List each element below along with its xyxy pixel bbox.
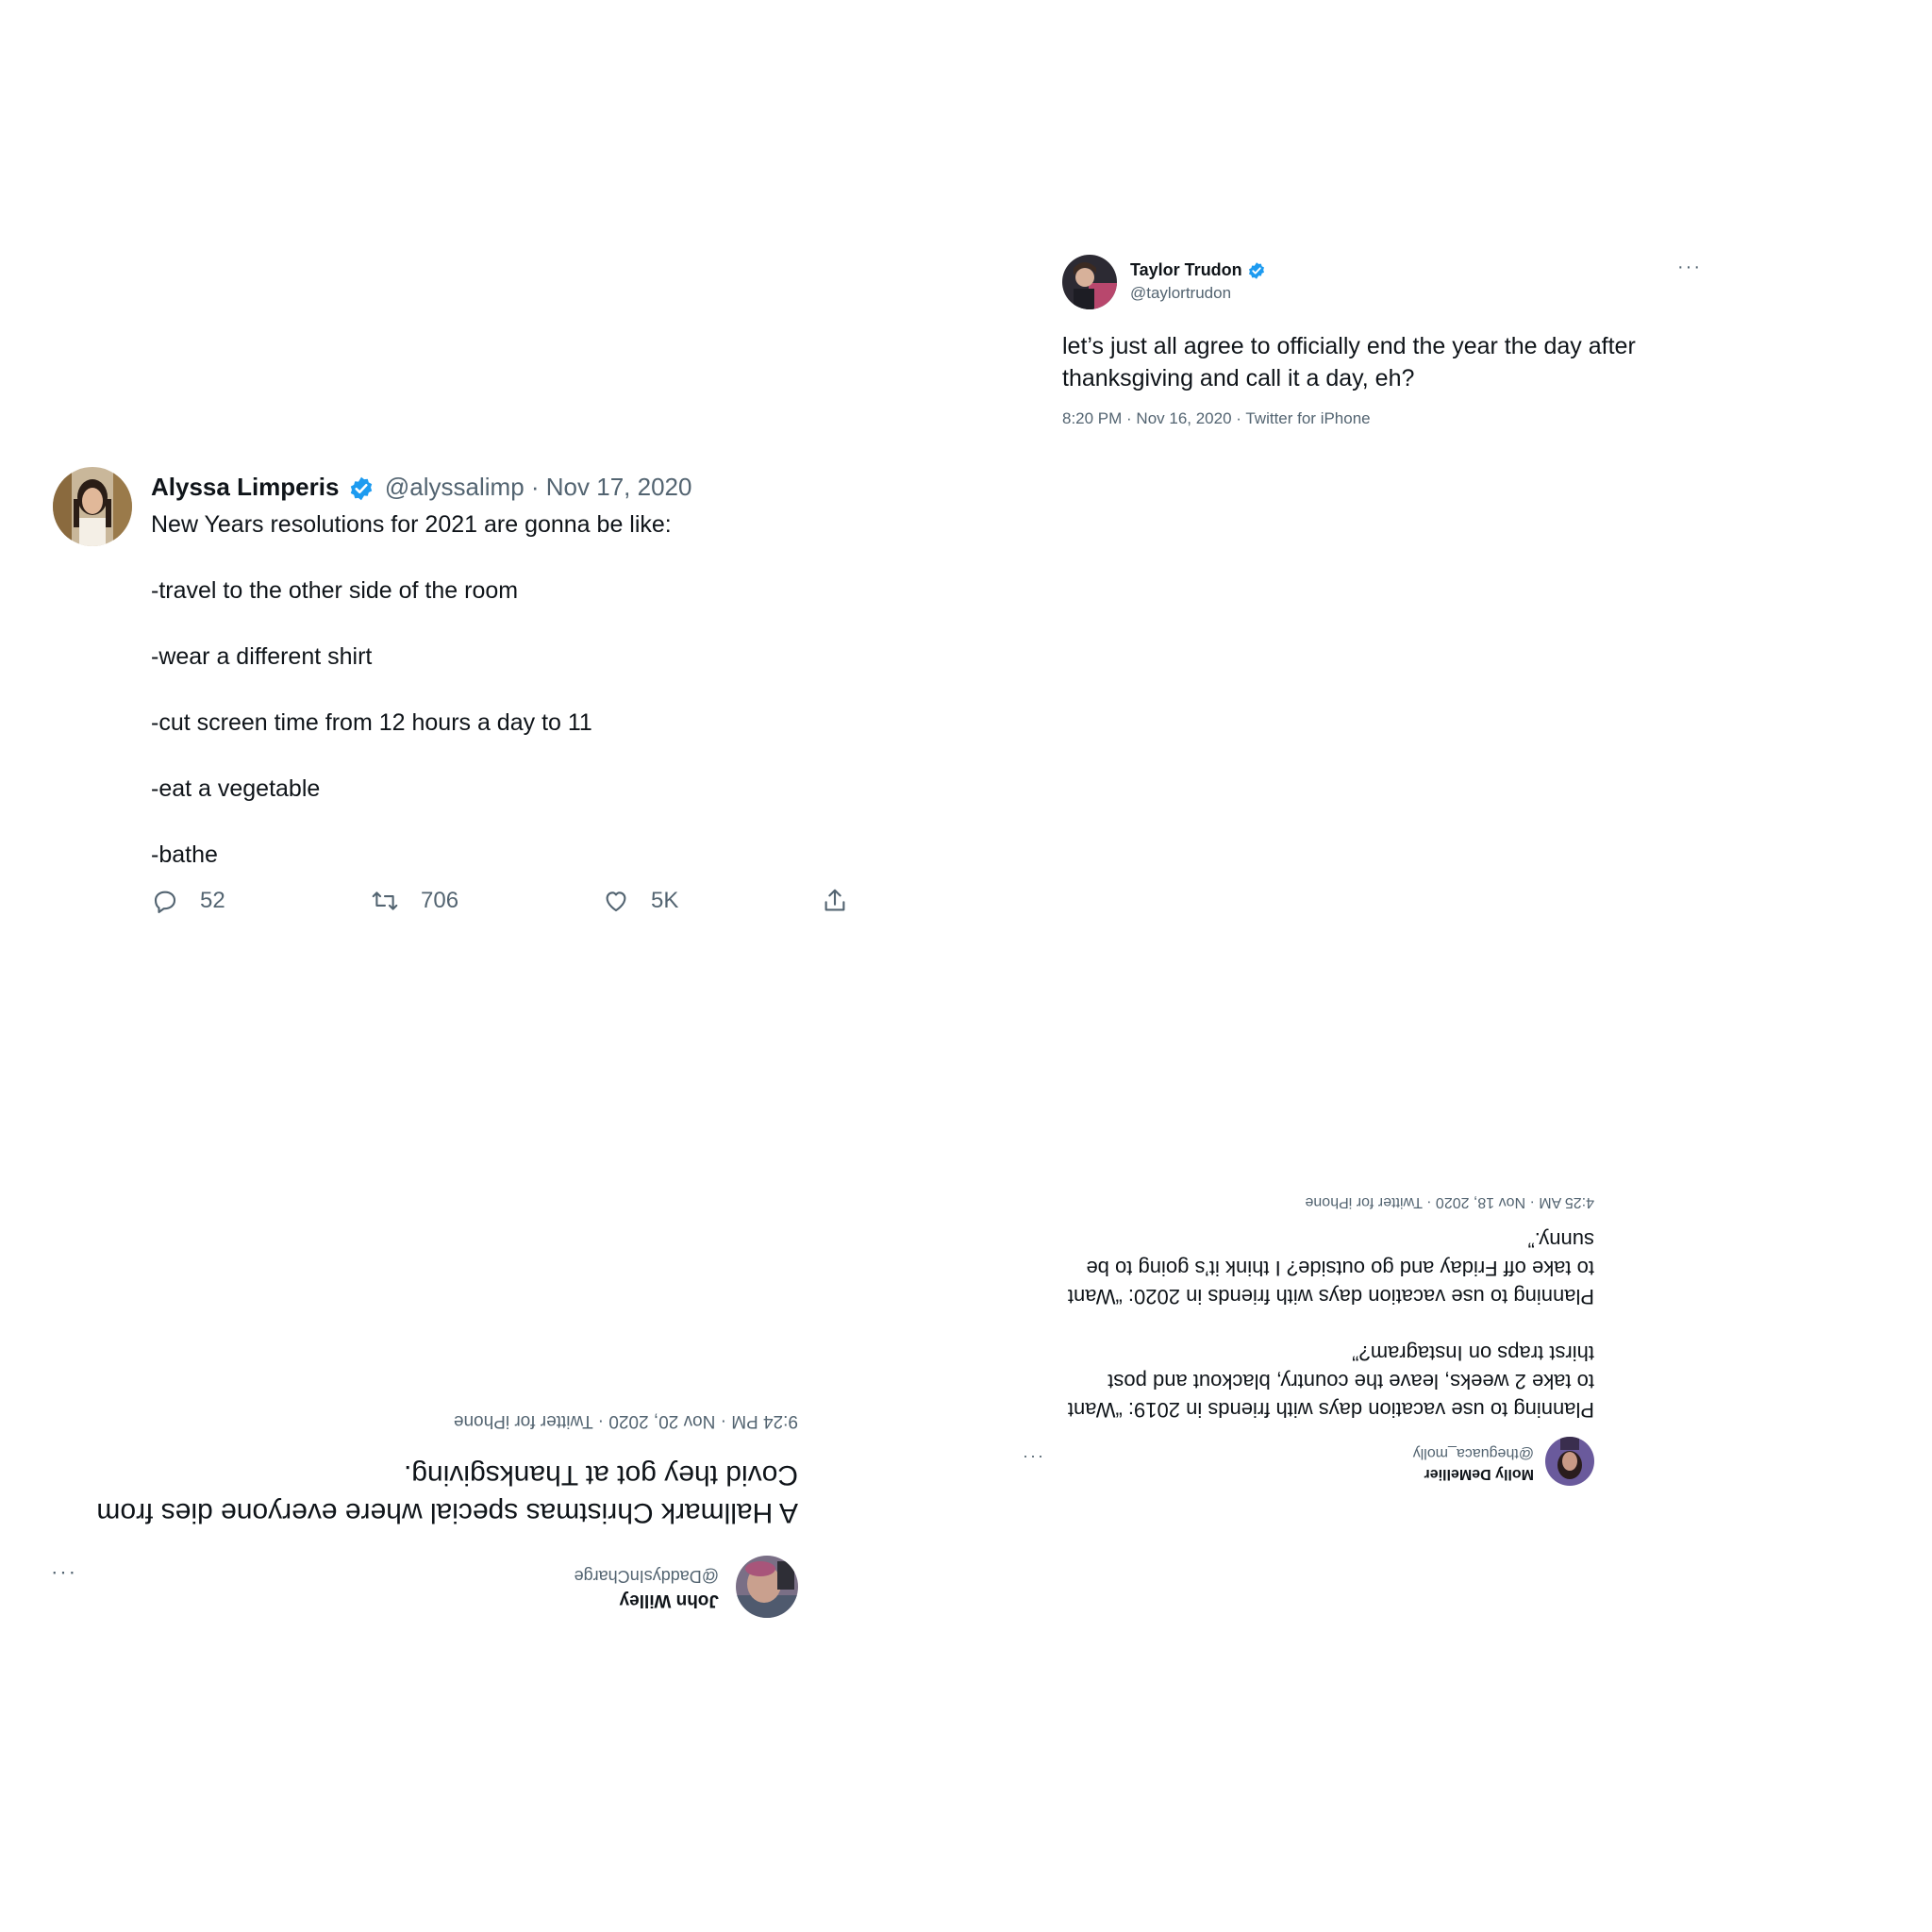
tweet-text-line: thanksgiving and call it a day, eh? [1062,365,1415,391]
share-button[interactable] [821,887,870,915]
more-options-icon[interactable]: ··· [1677,257,1702,278]
separator: · [524,473,546,501]
username[interactable]: @taylortrudon [1130,284,1231,303]
tweet-john-willey: John Willey @DaddysInCharge ··· A Hallma… [49,1391,798,1618]
tweet-text-line: let’s just all agree to officially end t… [1062,333,1636,359]
retweet-icon [372,891,398,910]
verified-badge-icon [350,476,372,501]
tweet-text-line: Covid they got at Thanksgiving. [403,1459,798,1491]
tweet-text-line: thirst traps on Instagram?” [1352,1341,1594,1365]
heart-icon [606,891,626,912]
tweet-text-line: -wear a different shirt [151,643,373,670]
tweet-text-line: New Years resolutions for 2021 are gonna… [151,511,672,538]
tweet-text: New Years resolutions for 2021 are gonna… [151,508,672,872]
share-icon [824,889,845,911]
tweet-text-line: -bathe [151,841,218,868]
tweet-text-line: sunny.” [1527,1228,1594,1252]
tweet-text: Planning to use vacation days with frien… [1009,1225,1594,1424]
display-name[interactable]: Taylor Trudon [1130,260,1266,280]
reply-icon [154,891,176,913]
tweet-timestamp[interactable]: 8:20 PM · Nov 16, 2020 · Twitter for iPh… [1062,409,1371,428]
tweet-taylor-trudon: Taylor Trudon @taylortrudon ··· let’s ju… [1062,255,1704,443]
tweet-timestamp[interactable]: 9:24 PM · Nov 20, 2020 · Twitter for iPh… [454,1410,798,1431]
tweet-text-line: -cut screen time from 12 hours a day to … [151,709,592,736]
like-count: 5K [651,888,679,913]
tweet-text-line: Planning to use vacation days with frien… [1067,1398,1594,1422]
tweet-timestamp[interactable]: 4:25 AM · Nov 18, 2020 · Twitter for iPh… [1305,1193,1594,1210]
verified-badge-icon [1248,262,1264,279]
tweet-text: let’s just all agree to officially end t… [1062,330,1636,394]
username[interactable]: @theguaca_molly [1413,1444,1534,1461]
tweet-text-line: to take 2 weeks, leave the country, blac… [1108,1370,1594,1393]
tweet-text-line: -travel to the other side of the room [151,577,519,604]
display-name[interactable]: Alyssa Limperis [151,473,339,501]
more-options-icon[interactable]: ··· [1021,1447,1043,1467]
tweet-molly-demellier: Molly DeMellier @theguaca_molly ··· Plan… [1009,1184,1594,1486]
tweet-header: Alyssa Limperis @alyssalimp · Nov 17, 20… [151,473,691,502]
like-button[interactable]: 5K [602,887,678,915]
username[interactable]: @DaddysInCharge [575,1566,719,1586]
reply-button[interactable]: 52 [151,887,225,915]
display-name[interactable]: Molly DeMellier [1424,1465,1534,1482]
tweet-text-line: to take off Friday and go outside? I thi… [1086,1257,1594,1280]
more-options-icon[interactable]: ··· [49,1561,75,1586]
avatar[interactable] [53,467,132,546]
avatar[interactable] [1545,1437,1594,1486]
tweet-text-line: -eat a vegetable [151,775,321,802]
tweet-text-line: A Hallmark Christmas special where every… [96,1497,798,1528]
display-name-text[interactable]: Taylor Trudon [1130,260,1242,279]
display-name[interactable]: John Willey [620,1590,719,1610]
tweet-date[interactable]: Nov 17, 2020 [546,473,692,501]
username[interactable]: @alyssalimp [385,473,525,501]
tweet-alyssa-limperis: Alyssa Limperis @alyssalimp · Nov 17, 20… [53,467,864,939]
tweet-text-line: Planning to use vacation days with frien… [1067,1285,1594,1308]
retweet-count: 706 [421,888,459,913]
tweet-actions: 52 706 5K [151,887,868,924]
avatar[interactable] [736,1556,798,1618]
retweet-button[interactable]: 706 [370,887,458,915]
avatar[interactable] [1062,255,1117,309]
tweet-text: A Hallmark Christmas special where every… [96,1456,798,1531]
reply-count: 52 [200,888,225,913]
